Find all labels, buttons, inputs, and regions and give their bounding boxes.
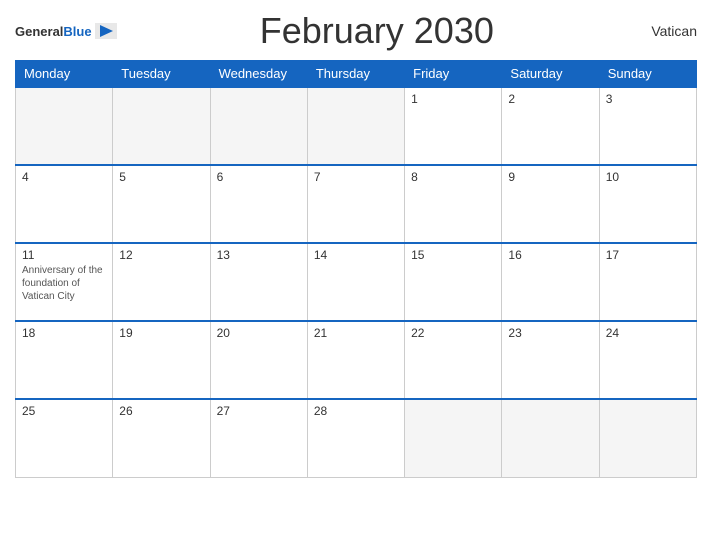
day-number: 16 [508, 248, 592, 262]
calendar-cell [307, 87, 404, 165]
calendar-cell: 24 [599, 321, 696, 399]
calendar-header-row: Monday Tuesday Wednesday Thursday Friday… [16, 61, 697, 88]
day-number: 6 [217, 170, 301, 184]
day-number: 19 [119, 326, 203, 340]
header-tuesday: Tuesday [113, 61, 210, 88]
calendar-cell: 27 [210, 399, 307, 477]
calendar-cell: 9 [502, 165, 599, 243]
calendar-cell: 25 [16, 399, 113, 477]
calendar-cell: 2 [502, 87, 599, 165]
calendar-cell: 26 [113, 399, 210, 477]
logo-general-text: General [15, 24, 63, 39]
calendar-cell: 14 [307, 243, 404, 321]
day-number: 27 [217, 404, 301, 418]
day-number: 12 [119, 248, 203, 262]
calendar-cell: 5 [113, 165, 210, 243]
calendar-cell: 4 [16, 165, 113, 243]
calendar-cell: 22 [405, 321, 502, 399]
logo-flag-icon [95, 23, 117, 39]
day-number: 18 [22, 326, 106, 340]
calendar-cell: 16 [502, 243, 599, 321]
calendar-cell: 1 [405, 87, 502, 165]
calendar-container: General Blue February 2030 Vatican Monda… [0, 0, 712, 550]
header-friday: Friday [405, 61, 502, 88]
day-number: 14 [314, 248, 398, 262]
day-number: 8 [411, 170, 495, 184]
calendar-cell: 8 [405, 165, 502, 243]
calendar-header: General Blue February 2030 Vatican [15, 10, 697, 52]
day-number: 25 [22, 404, 106, 418]
day-number: 22 [411, 326, 495, 340]
day-number: 13 [217, 248, 301, 262]
calendar-cell [16, 87, 113, 165]
calendar-table: Monday Tuesday Wednesday Thursday Friday… [15, 60, 697, 478]
day-number: 21 [314, 326, 398, 340]
header-monday: Monday [16, 61, 113, 88]
calendar-cell: 10 [599, 165, 696, 243]
calendar-event: Anniversary of the foundation of Vatican… [22, 264, 106, 303]
calendar-cell [210, 87, 307, 165]
day-number: 5 [119, 170, 203, 184]
calendar-cell [113, 87, 210, 165]
calendar-cell: 7 [307, 165, 404, 243]
calendar-cell: 13 [210, 243, 307, 321]
calendar-cell [502, 399, 599, 477]
month-title: February 2030 [117, 10, 637, 52]
header-wednesday: Wednesday [210, 61, 307, 88]
day-number: 2 [508, 92, 592, 106]
calendar-cell: 15 [405, 243, 502, 321]
calendar-week-row: 18 19 20 21 22 23 24 [16, 321, 697, 399]
header-sunday: Sunday [599, 61, 696, 88]
calendar-cell: 21 [307, 321, 404, 399]
calendar-cell: 6 [210, 165, 307, 243]
day-number: 23 [508, 326, 592, 340]
calendar-cell: 11 Anniversary of the foundation of Vatic… [16, 243, 113, 321]
day-number: 11 [22, 248, 106, 262]
calendar-cell: 12 [113, 243, 210, 321]
calendar-cell: 28 [307, 399, 404, 477]
day-number: 4 [22, 170, 106, 184]
header-saturday: Saturday [502, 61, 599, 88]
day-number: 20 [217, 326, 301, 340]
calendar-cell: 17 [599, 243, 696, 321]
calendar-week-row: 11 Anniversary of the foundation of Vatic… [16, 243, 697, 321]
calendar-week-row: 456789 10 [16, 165, 697, 243]
calendar-cell: 3 [599, 87, 696, 165]
calendar-cell: 18 [16, 321, 113, 399]
day-number: 3 [606, 92, 690, 106]
day-number: 7 [314, 170, 398, 184]
region-label: Vatican [637, 23, 697, 39]
day-number: 17 [606, 248, 690, 262]
calendar-week-row: 123 [16, 87, 697, 165]
day-number: 15 [411, 248, 495, 262]
calendar-cell: 23 [502, 321, 599, 399]
calendar-cell [599, 399, 696, 477]
day-number: 24 [606, 326, 690, 340]
day-number: 26 [119, 404, 203, 418]
logo: General Blue [15, 23, 117, 39]
calendar-week-row: 25 26 27 28 [16, 399, 697, 477]
day-number: 9 [508, 170, 592, 184]
header-thursday: Thursday [307, 61, 404, 88]
logo-blue-text: Blue [63, 24, 91, 39]
calendar-cell: 20 [210, 321, 307, 399]
calendar-cell [405, 399, 502, 477]
day-number: 28 [314, 404, 398, 418]
day-number: 1 [411, 92, 495, 106]
day-number: 10 [606, 170, 690, 184]
calendar-cell: 19 [113, 321, 210, 399]
